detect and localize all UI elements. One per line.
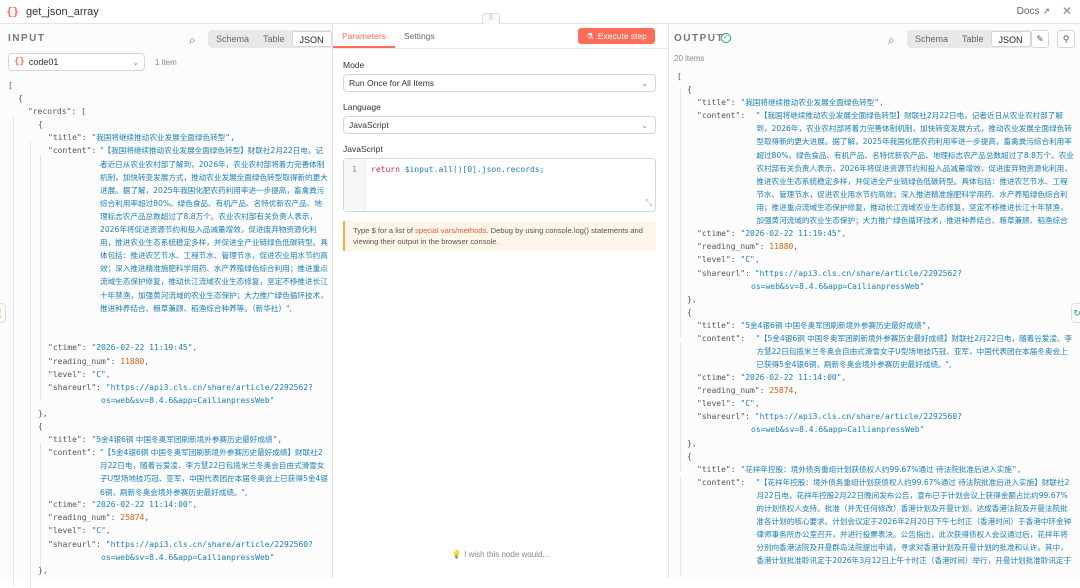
mode-label: Mode <box>343 60 365 70</box>
json-shareurl-value: https://api3.cls.cn/share/article/229256… <box>110 382 313 392</box>
json-content-row: "content": "【5金4银6铜 中国冬奥军团刷新境外参赛历史最好成绩】财… <box>697 334 1073 370</box>
json-title-value: 我国将继续推动农业发展全面绿色转型 <box>96 133 226 143</box>
json-reading-num-value: 25874 <box>120 513 145 523</box>
json-reading-num-value: 11880 <box>769 242 794 252</box>
json-level-value: C <box>96 369 102 379</box>
code-node-icon: {} <box>14 57 25 67</box>
chevron-down-icon: ⌄ <box>641 120 648 130</box>
search-icon[interactable]: ⌕ <box>888 33 895 48</box>
tab-parameters[interactable]: Parameters <box>333 24 395 48</box>
right-panel-handle-icon[interactable]: ↻ <box>1071 303 1080 323</box>
close-icon[interactable]: ✕ <box>1062 4 1072 18</box>
input-panel-title: INPUT <box>8 33 46 44</box>
node-title[interactable]: get_json_array <box>26 6 99 18</box>
feedback-link[interactable]: 💡 I wish this node would... <box>333 550 668 559</box>
json-shareurl-value-cont: os=web&sv=8.4.6&app=CailianpressWeb <box>751 425 920 435</box>
success-check-icon: ✓ <box>721 33 731 43</box>
output-panel-title: OUTPUT <box>674 33 725 44</box>
output-panel: OUTPUT ✓ ⌕ Schema Table JSON ✎ ⚲ 20 item… <box>668 24 1080 578</box>
json-title-value: 我国将继续推动农业发展全面绿色转型 <box>745 98 875 108</box>
tab-settings[interactable]: Settings <box>395 24 444 48</box>
json-title-value: 5金4银6铜 中国冬奥军团刷新境外参赛历史最好成绩 <box>96 435 273 445</box>
input-node-name: code01 <box>28 57 59 67</box>
special-vars-link[interactable]: special vars/methods <box>415 226 486 235</box>
flask-icon: ⚗ <box>586 30 594 41</box>
json-content-row: "content": "【我国将继续推动农业发展全面绿色转型】财联社2月22日电… <box>677 109 1075 227</box>
tab-json[interactable]: JSON <box>291 31 332 47</box>
code-node-icon: {} <box>6 4 20 18</box>
json-shareurl-value-cont: os=web&sv=8.4.6&app=CailianpressWeb <box>751 281 920 291</box>
edit-icon[interactable]: ✎ <box>1031 30 1049 48</box>
json-shareurl-value-cont: os=web&sv=8.4.6&app=CailianpressWeb <box>101 552 270 562</box>
input-json-view: [ { "records": [ { "title": "我国将继续推动农业发展… <box>8 79 333 579</box>
language-label: Language <box>343 102 381 112</box>
parameters-panel: Parameters Settings ⚗ Execute step Mode R… <box>333 24 668 578</box>
code-hint: Type $ for a list of special vars/method… <box>343 221 656 251</box>
json-ctime-value: 2026-02-22 11:14:00 <box>96 500 188 510</box>
json-content-value: 【我国将继续推动农业发展全面绿色转型】财联社2月22日电，记者近日从农业农村部了… <box>756 111 1074 226</box>
json-content-value: 【花祥年控股：境外债务重组计划获债权人约99.67%通过 待法院批准后进入实施】… <box>756 477 1072 566</box>
json-level-value: C <box>96 526 102 536</box>
external-link-icon: ↗ <box>1042 6 1050 16</box>
tab-table[interactable]: Table <box>256 31 292 47</box>
json-ctime-value: 2026-02-22 11:19:45 <box>745 229 837 239</box>
input-view-toggle: Schema Table JSON <box>208 30 333 48</box>
output-json-view: [ { "title": "我国将继续推动农业发展全面绿色转型", "conte… <box>677 70 1075 578</box>
json-ctime-value: 2026-02-22 11:19:45 <box>96 343 188 353</box>
input-item-count: 1 item <box>155 58 177 67</box>
language-select[interactable]: JavaScript ⌄ <box>343 116 656 134</box>
json-title-value: 5金4银6铜 中国冬奥军团刷新境外参赛历史最好成绩 <box>745 320 922 330</box>
search-icon[interactable]: ⌕ <box>189 33 196 48</box>
line-number: 1 <box>344 159 366 211</box>
json-content-row: "content": "【5金4银6铜 中国冬奥军团刷新境外参赛历史最好成绩】财… <box>48 448 328 497</box>
input-panel: INPUT ⌕ Schema Table JSON {} code01 ⌄ 1 … <box>0 24 333 588</box>
expand-editor-icon[interactable]: ⤡ <box>646 198 652 208</box>
json-level-value: C <box>745 399 751 409</box>
lightbulb-icon: 💡 <box>451 550 462 559</box>
json-content-value: 【5金4银6铜 中国冬奥军团刷新境外参赛历史最好成绩】财联社2月22日电，随着谷… <box>756 334 1073 370</box>
tab-table[interactable]: Table <box>955 31 991 47</box>
json-content-value: 【5金4银6铜 中国冬奥军团刷新境外参赛历史最好成绩】财联社2月22日电，随着谷… <box>100 448 328 497</box>
json-shareurl-value: https://api3.cls.cn/share/article/229256… <box>759 412 962 422</box>
mode-select[interactable]: Run Once for All Items ⌄ <box>343 74 656 92</box>
json-shareurl-value-cont: os=web&sv=8.4.6&app=CailianpressWeb <box>101 395 270 405</box>
chevron-down-icon: ⌄ <box>641 78 648 88</box>
javascript-label: JavaScript <box>343 144 383 154</box>
output-item-count: 20 items <box>674 54 705 63</box>
json-ctime-value: 2026-02-22 11:14:00 <box>745 373 837 383</box>
execute-step-button[interactable]: ⚗ Execute step <box>578 28 655 44</box>
pin-icon[interactable]: ⚲ <box>1057 30 1075 48</box>
tab-schema[interactable]: Schema <box>209 31 256 47</box>
json-content-row: "content": "【我国将继续推动农业发展全面绿色转型】财联社2月22日电… <box>48 146 328 313</box>
tab-schema[interactable]: Schema <box>908 31 955 47</box>
docs-link[interactable]: Docs ↗ <box>1017 6 1050 17</box>
tab-json[interactable]: JSON <box>990 31 1031 47</box>
json-shareurl-value: https://api3.cls.cn/share/article/229256… <box>110 539 313 549</box>
left-panel-handle-icon[interactable]: { <box>0 303 6 323</box>
chevron-down-icon: ⌄ <box>132 57 139 67</box>
json-level-value: C <box>745 255 751 265</box>
output-view-toggle: Schema Table JSON <box>907 30 1032 48</box>
json-reading-num-value: 25874 <box>769 386 794 396</box>
json-title-value: 花祥年控股：境外债务重组计划获债权人约99.67%通过 待法院批准后进入实施 <box>745 464 1012 474</box>
input-node-select[interactable]: {} code01 ⌄ <box>8 53 145 71</box>
json-shareurl-value: https://api3.cls.cn/share/article/229256… <box>759 268 962 278</box>
json-reading-num-value: 11880 <box>120 356 145 366</box>
node-header: {} get_json_array Docs ↗ ✕ <box>0 0 1080 24</box>
code-editor[interactable]: 1 return $input.all()[0].json.records; ⤡ <box>343 158 656 212</box>
json-content-row: "content": "【花祥年控股：境外债务重组计划获债权人约99.67%通过… <box>677 476 1075 566</box>
json-content-value: 【我国将继续推动农业发展全面绿色转型】财联社2月22日电，记者近日从农业农村部了… <box>100 146 328 313</box>
